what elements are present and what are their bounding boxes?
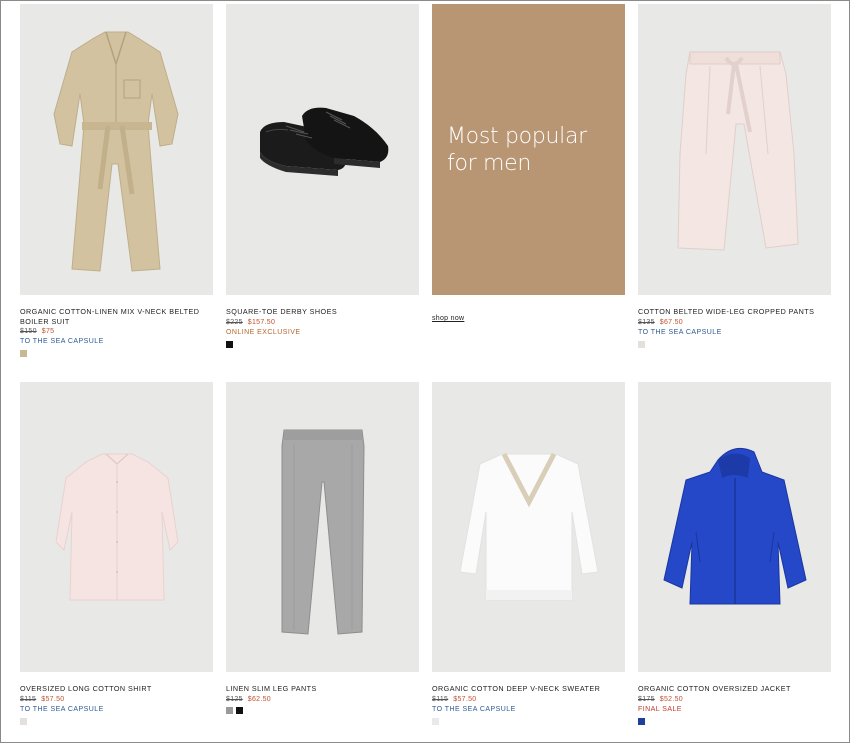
- color-swatches: [226, 706, 419, 714]
- color-swatch[interactable]: [20, 350, 27, 357]
- color-swatch[interactable]: [432, 717, 439, 725]
- original-price: $115: [20, 695, 37, 703]
- color-swatch[interactable]: [20, 717, 27, 725]
- sale-price: $52.50: [659, 695, 683, 703]
- product-card[interactable]: OVERSIZED LONG COTTON SHIRT $115 $57.50 T…: [20, 382, 213, 725]
- derby-shoes-illustration: [260, 107, 389, 176]
- product-card[interactable]: COTTON BELTED WIDE-LEG CROPPED PANTS $13…: [638, 4, 831, 348]
- color-swatch[interactable]: [226, 340, 233, 348]
- original-price: $125: [226, 695, 243, 703]
- product-tag: TO THE SEA CAPSULE: [20, 705, 104, 713]
- product-prices: $135 $67.50: [638, 318, 831, 328]
- product-tag: TO THE SEA CAPSULE: [432, 705, 516, 713]
- product-image[interactable]: [226, 382, 419, 672]
- product-card[interactable]: ORGANIC COTTON DEEP V-NECK SWEATER $115 $…: [432, 382, 625, 725]
- original-price: $135: [638, 318, 655, 326]
- product-prices: $225 $157.50: [226, 318, 419, 328]
- product-card[interactable]: ORGANIC COTTON-LINEN MIX V-NECK BELTED B…: [20, 4, 213, 357]
- wide-leg-pants-illustration: [677, 51, 799, 251]
- product-tag: TO THE SEA CAPSULE: [20, 338, 104, 345]
- product-tag: ONLINE EXCLUSIVE: [226, 328, 301, 336]
- product-card[interactable]: SQUARE-TOE DERBY SHOES $225 $157.50 ONLIN…: [226, 4, 419, 348]
- product-prices: $125 $62.50: [226, 695, 419, 705]
- promo-heading-line1: Most popular: [447, 123, 587, 149]
- product-card[interactable]: LINEN SLIM LEG PANTS $125 $62.50: [226, 382, 419, 714]
- original-price: $115: [432, 695, 449, 703]
- color-swatches: [638, 717, 831, 725]
- color-swatches: [20, 717, 213, 725]
- boiler-suit-illustration: [53, 31, 179, 272]
- product-name[interactable]: ORGANIC COTTON DEEP V-NECK SWEATER: [432, 684, 625, 694]
- slim-pants-illustration: [281, 429, 365, 635]
- promo-heading: Most popular for men: [432, 123, 587, 177]
- product-image[interactable]: [226, 4, 419, 295]
- color-swatch[interactable]: [236, 706, 243, 714]
- v-neck-sweater-illustration: [459, 452, 599, 601]
- color-swatch[interactable]: [226, 706, 233, 714]
- sale-price: $75: [41, 328, 55, 335]
- product-name[interactable]: OVERSIZED LONG COTTON SHIRT: [20, 684, 213, 694]
- sale-price: $67.50: [659, 318, 683, 326]
- color-swatch[interactable]: [638, 340, 645, 348]
- product-prices: $150 $75: [20, 327, 213, 337]
- sale-price: $57.50: [453, 695, 477, 703]
- product-name[interactable]: SQUARE-TOE DERBY SHOES: [226, 307, 419, 317]
- color-swatches: [20, 350, 213, 357]
- original-price: $150: [20, 328, 37, 335]
- original-price: $225: [226, 318, 243, 326]
- sale-price: $157.50: [247, 318, 276, 326]
- promo-heading-line2: for men: [447, 150, 532, 176]
- original-price: $175: [638, 695, 655, 703]
- color-swatch[interactable]: [638, 717, 645, 725]
- product-prices: $115 $57.50: [20, 695, 213, 705]
- product-card[interactable]: ORGANIC COTTON OVERSIZED JACKET $175 $52.…: [638, 382, 831, 725]
- product-name[interactable]: LINEN SLIM LEG PANTS: [226, 684, 419, 694]
- product-name[interactable]: ORGANIC COTTON OVERSIZED JACKET: [638, 684, 831, 694]
- product-prices: $175 $52.50: [638, 695, 831, 705]
- product-tag: FINAL SALE: [638, 705, 682, 713]
- product-image[interactable]: [638, 382, 831, 672]
- product-image[interactable]: [20, 4, 213, 295]
- sale-price: $62.50: [247, 695, 271, 703]
- product-name[interactable]: ORGANIC COTTON-LINEN MIX V-NECK BELTED B…: [20, 307, 213, 326]
- shop-now-link[interactable]: shop now: [432, 315, 464, 322]
- color-swatches: [638, 340, 831, 348]
- product-name[interactable]: COTTON BELTED WIDE-LEG CROPPED PANTS: [638, 307, 831, 317]
- product-image[interactable]: [638, 4, 831, 295]
- sale-price: $57.50: [41, 695, 65, 703]
- product-prices: $115 $57.50: [432, 695, 625, 705]
- promo-banner[interactable]: Most popular for men: [432, 4, 625, 295]
- color-swatches: [432, 717, 625, 725]
- long-shirt-illustration: [55, 453, 179, 601]
- product-tag: TO THE SEA CAPSULE: [638, 328, 722, 336]
- promo-card[interactable]: Most popular for men shop now: [432, 4, 625, 325]
- oversized-jacket-illustration: [663, 447, 807, 605]
- product-image[interactable]: [20, 382, 213, 672]
- color-swatches: [226, 340, 419, 348]
- product-image[interactable]: [432, 382, 625, 672]
